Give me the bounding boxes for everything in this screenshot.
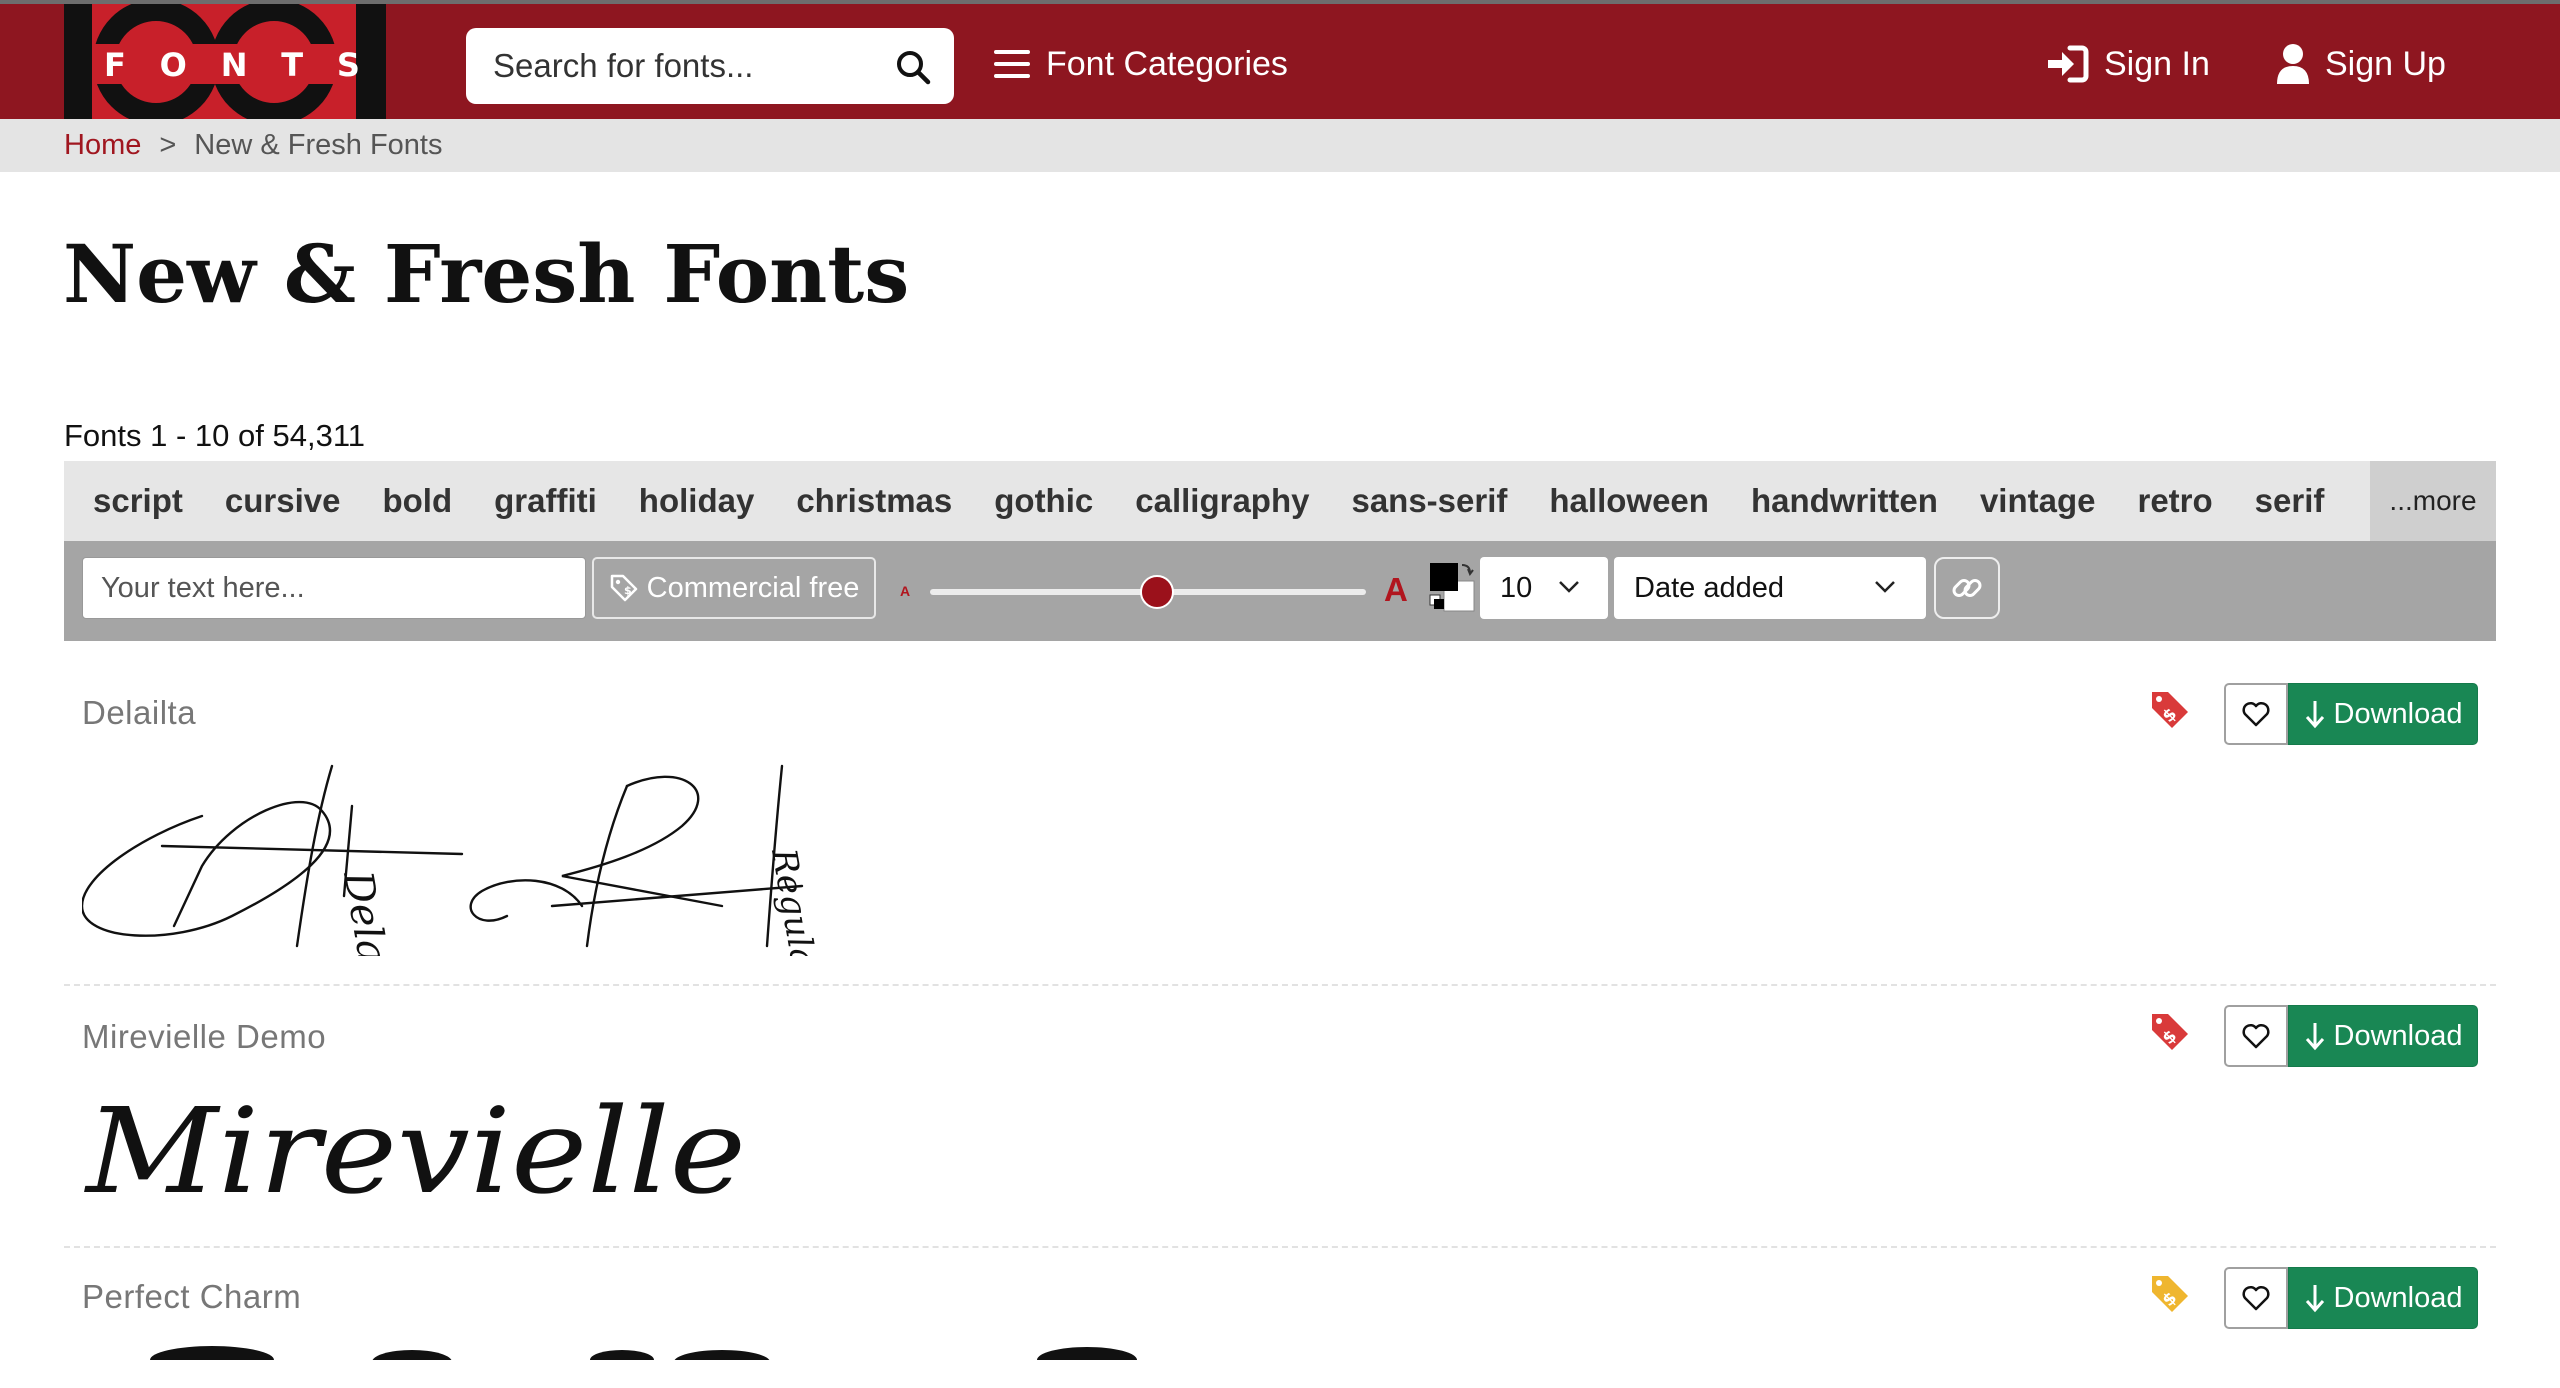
tag-calligraphy[interactable]: calligraphy <box>1135 482 1309 520</box>
sign-up-label: Sign Up <box>2325 44 2446 83</box>
color-picker[interactable] <box>1422 557 1482 619</box>
preview-line2: Regular <box>763 845 822 956</box>
preview-text-input[interactable] <box>82 557 586 619</box>
commercial-free-label: Commercial free <box>646 571 860 604</box>
font-preview-image: Delailta Regular <box>82 764 822 956</box>
per-page-value: 10 <box>1500 571 1533 604</box>
tag-graffiti[interactable]: graffiti <box>494 482 597 520</box>
sign-up-link[interactable]: Sign Up <box>2275 38 2446 90</box>
hamburger-icon <box>994 50 1030 78</box>
tag-bold[interactable]: bold <box>382 482 452 520</box>
breadcrumb-separator: > <box>159 129 177 161</box>
search-box <box>466 28 954 104</box>
arrow-down-icon <box>2305 1285 2324 1313</box>
tag-gothic[interactable]: gothic <box>994 482 1093 520</box>
favorite-button[interactable] <box>2224 683 2288 745</box>
font-size-slider-handle[interactable] <box>1139 575 1174 609</box>
font-preview[interactable]: Delailta Regular <box>82 756 822 956</box>
site-header: F O N T S Font Categories Sign In Sign U… <box>0 0 2560 119</box>
search-input[interactable] <box>491 31 871 101</box>
chevron-down-icon <box>1875 581 1895 593</box>
breadcrumb: Home > New & Fresh Fonts <box>0 119 2560 172</box>
font-actions: Download <box>2224 1267 2478 1329</box>
search-icon[interactable] <box>894 48 932 86</box>
share-link-button[interactable] <box>1934 557 2000 619</box>
link-icon <box>1952 579 1982 597</box>
sign-in-label: Sign In <box>2104 44 2210 83</box>
site-logo[interactable]: F O N T S <box>64 4 386 123</box>
tag-sans-serif[interactable]: sans-serif <box>1351 482 1507 520</box>
tag-handwritten[interactable]: handwritten <box>1751 482 1938 520</box>
per-page-select[interactable]: 10 <box>1480 557 1608 619</box>
logo-letter: S <box>336 46 360 84</box>
commercial-free-toggle[interactable]: $ Commercial free <box>592 557 876 619</box>
font-categories-menu[interactable]: Font Categories <box>992 38 1288 90</box>
logo-wordmark: F O N T S <box>104 46 360 84</box>
font-categories-label: Font Categories <box>1046 44 1288 83</box>
tag-bar: script cursive bold graffiti holiday chr… <box>64 461 2496 541</box>
breadcrumb-home[interactable]: Home <box>64 129 141 162</box>
sign-in-icon <box>2048 45 2089 83</box>
tag-christmas[interactable]: christmas <box>796 482 952 520</box>
download-button[interactable]: Download <box>2288 1267 2478 1329</box>
tag-list: script cursive bold graffiti holiday chr… <box>64 482 2496 520</box>
arrow-down-icon <box>2305 701 2324 729</box>
svg-text:$: $ <box>624 584 632 597</box>
license-tag-icon: $ <box>2152 1276 2188 1312</box>
logo-letter: O <box>159 46 187 84</box>
page-title: New & Fresh Fonts <box>63 227 910 321</box>
preview-text: Mirevielle <box>84 1082 746 1220</box>
favorite-button[interactable] <box>2224 1005 2288 1067</box>
download-button[interactable]: Download <box>2288 1005 2478 1067</box>
font-row-delailta: Delailta $ Download Delailta Regular <box>64 656 2496 986</box>
download-label: Download <box>2333 1281 2463 1314</box>
sort-value: Date added <box>1634 571 1784 604</box>
font-preview-image <box>150 1346 1137 1360</box>
logo-letter: N <box>220 46 248 84</box>
preview-controls: $ Commercial free A A 10 Date added <box>64 541 2496 641</box>
tag-retro[interactable]: retro <box>2137 482 2212 520</box>
tag-vintage[interactable]: vintage <box>1980 482 2096 520</box>
arrow-down-icon <box>2305 1023 2324 1051</box>
font-name[interactable]: Mirevielle Demo <box>82 1018 326 1056</box>
font-row-perfect-charm: Perfect Charm $ Download <box>64 1248 2496 1388</box>
heart-icon <box>2242 701 2270 727</box>
sort-select[interactable]: Date added <box>1614 557 1926 619</box>
tag-script[interactable]: script <box>93 482 183 520</box>
license-tag-icon: $ <box>2152 692 2188 728</box>
download-button[interactable]: Download <box>2288 683 2478 745</box>
size-large-glyph: A <box>1384 571 1408 608</box>
heart-icon <box>2242 1285 2270 1311</box>
font-actions: Download <box>2224 1005 2478 1067</box>
price-tag-icon: $ <box>610 574 637 602</box>
chevron-down-icon <box>1559 581 1579 593</box>
tag-cursive[interactable]: cursive <box>225 482 341 520</box>
font-preview[interactable] <box>82 1338 1282 1360</box>
preview-line1: Delailta <box>334 867 407 956</box>
font-actions: Download <box>2224 683 2478 745</box>
favorite-button[interactable] <box>2224 1267 2288 1329</box>
results-count: Fonts 1 - 10 of 54,311 <box>64 418 366 453</box>
download-label: Download <box>2333 697 2463 730</box>
logo-letter: T <box>281 46 304 84</box>
license-tag-icon: $ <box>2152 1014 2188 1050</box>
sign-in-link[interactable]: Sign In <box>2044 38 2210 90</box>
breadcrumb-current: New & Fresh Fonts <box>194 129 443 161</box>
tag-halloween[interactable]: halloween <box>1549 482 1709 520</box>
font-preview-image: Mirevielle <box>84 1082 746 1220</box>
font-preview[interactable]: Mirevielle <box>82 1082 782 1222</box>
font-name[interactable]: Perfect Charm <box>82 1278 301 1316</box>
size-small-glyph: A <box>900 583 911 599</box>
font-name[interactable]: Delailta <box>82 694 196 732</box>
font-row-mirevielle-demo: Mirevielle Demo $ Download Mirevielle <box>64 986 2496 1248</box>
tag-holiday[interactable]: holiday <box>639 482 755 520</box>
tag-serif[interactable]: serif <box>2255 482 2325 520</box>
download-label: Download <box>2333 1019 2463 1052</box>
user-icon <box>2277 44 2309 84</box>
color-swatch-icon <box>1429 563 1475 612</box>
heart-icon <box>2242 1023 2270 1049</box>
more-tags-button[interactable]: ...more <box>2370 461 2496 541</box>
logo-letter: F <box>104 46 126 84</box>
